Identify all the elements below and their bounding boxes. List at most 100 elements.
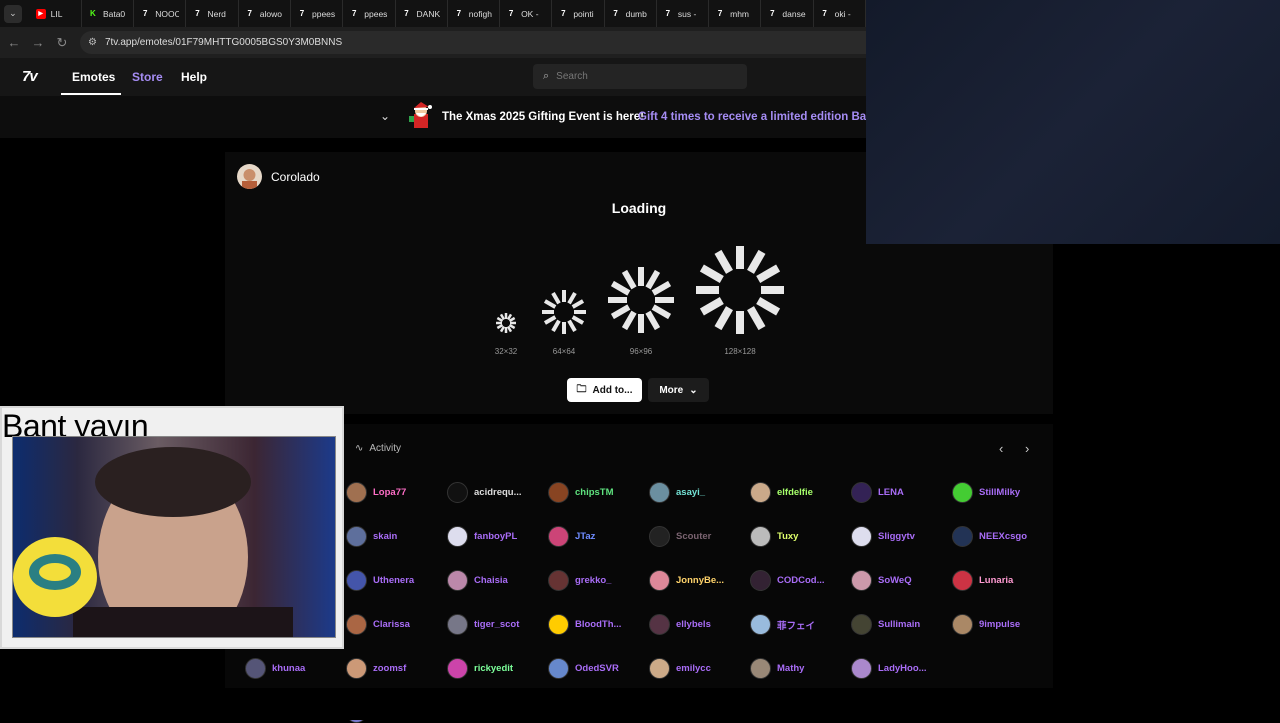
activity-user[interactable]: OdedSVR (548, 658, 619, 679)
next-page-icon[interactable]: › (1025, 441, 1029, 456)
activity-user[interactable]: Lunaria (952, 570, 1013, 591)
spinner-segment (714, 249, 733, 274)
kick-icon: K (90, 9, 96, 18)
spinner-segment (551, 319, 561, 333)
tab-list-dropdown-icon[interactable]: ⌄ (4, 4, 22, 23)
7tv-logo[interactable]: 7v (22, 68, 38, 85)
activity-user[interactable]: emilycc (649, 658, 711, 679)
spinner-segment (645, 310, 661, 331)
tab[interactable]: 7 ppees (291, 0, 344, 27)
nav-help[interactable]: Help (181, 70, 207, 84)
activity-user[interactable]: JTaz (548, 526, 595, 547)
tab[interactable]: 7 mhm (709, 0, 762, 27)
tab[interactable]: 7 pointi (552, 0, 605, 27)
activity-user[interactable]: rickyedit (447, 658, 513, 679)
activity-user[interactable]: Chaisia (447, 570, 508, 591)
activity-user[interactable]: SoWeQ (851, 570, 912, 591)
7tv-icon: 7 (142, 9, 148, 18)
activity-user[interactable]: Sliggytv (851, 526, 915, 547)
site-header: 7v Emotes Store Help ⌕ Search ⌄ The Xmas… (0, 58, 866, 138)
7tv-icon: 7 (404, 9, 409, 18)
activity-user[interactable]: CODCod... (750, 570, 825, 591)
avatar (548, 526, 569, 547)
tab[interactable]: 7 danse (761, 0, 814, 27)
chevron-down-icon[interactable]: ⌄ (380, 109, 390, 123)
user-name: acidrequ... (474, 487, 522, 498)
activity-user[interactable]: skain (346, 526, 397, 547)
tab[interactable]: K Bata0 (82, 0, 135, 27)
avatar (851, 482, 872, 503)
activity-user[interactable]: Clarissa (346, 614, 410, 635)
spinner-segment (756, 297, 781, 316)
tab[interactable]: 7 alowo (239, 0, 291, 27)
activity-user[interactable]: chipsTM (548, 482, 614, 503)
site-info-icon[interactable]: ⚙ (88, 37, 97, 48)
prev-page-icon[interactable]: ‹ (999, 441, 1003, 456)
more-button[interactable]: More ⌄ (648, 378, 709, 402)
activity-user[interactable]: Mathy (750, 658, 804, 679)
activity-user[interactable]: tiger_scot (447, 614, 519, 635)
activity-user[interactable]: Lopa77 (346, 482, 406, 503)
tab-title: LIL (50, 8, 63, 19)
tab[interactable]: 7 sus - (657, 0, 710, 27)
search-input[interactable]: ⌕ Search (533, 64, 747, 89)
nav-emotes[interactable]: Emotes (72, 70, 115, 84)
tab[interactable]: 7 dumb (605, 0, 657, 27)
activity-user[interactable]: zoomsf (346, 658, 406, 679)
nav-store[interactable]: Store (132, 70, 163, 84)
activity-user[interactable]: fanboyPL (447, 526, 517, 547)
activity-user[interactable]: ellybels (649, 614, 711, 635)
avatar (952, 614, 973, 635)
activity-user[interactable]: NEEXcsgo (952, 526, 1027, 547)
spinner-32-icon (496, 313, 516, 333)
activity-user[interactable]: LENA (851, 482, 904, 503)
activity-user[interactable]: asayi_ (649, 482, 705, 503)
tab-title: DANK (416, 8, 441, 19)
tab[interactable]: 7 OK - (500, 0, 553, 27)
back-icon[interactable]: ← (4, 35, 24, 50)
tab[interactable]: 7 ppees (343, 0, 396, 27)
spinner-segment (506, 325, 513, 333)
activity-user[interactable]: StillMilky (952, 482, 1020, 503)
activity-user[interactable]: 9impulse (952, 614, 1020, 635)
spinner-segment (699, 264, 724, 283)
activity-user[interactable]: LadyHoo... (851, 658, 927, 679)
event-link[interactable]: Gift 4 times to receive a limited editio… (638, 111, 866, 123)
tab[interactable]: 7 Nerd (186, 0, 239, 27)
tab[interactable]: ▶ LIL (30, 0, 82, 27)
tab-bar: ⌄ ▶ LIL K Bata0 7 NOOO 7 Nerd 7 alowo 7 ppees 7 ppees… (0, 0, 866, 27)
active-nav-underline (61, 93, 121, 95)
activity-user[interactable]: acidrequ... (447, 482, 522, 503)
activity-user[interactable]: 菲フェイ (750, 614, 815, 635)
activity-user[interactable]: elfdelfie (750, 482, 813, 503)
activity-user[interactable]: Scouter (649, 526, 711, 547)
avatar (750, 482, 771, 503)
add-to-button[interactable]: 🗀 Add to... (567, 378, 642, 402)
activity-user[interactable]: BloodTh... (548, 614, 621, 635)
avatar (649, 526, 670, 547)
tab[interactable]: 7 DANK (396, 0, 448, 27)
activity-user[interactable]: Sullimain (851, 614, 920, 635)
spinner-segment (571, 315, 585, 325)
tab[interactable]: 7 NOOO (134, 0, 187, 27)
tab[interactable]: 7 oki - (814, 0, 866, 27)
activity-user[interactable]: Tuxy (750, 526, 798, 547)
address-bar[interactable]: ⚙ 7tv.app/emotes/01F79MHTTG0005BGS0Y3M0B… (80, 31, 866, 54)
user-name: 9impulse (979, 619, 1021, 630)
activity-user[interactable]: khunaa (245, 658, 305, 679)
spinner-segment (567, 319, 577, 333)
folder-plus-icon: 🗀 (576, 383, 587, 395)
activity-user[interactable]: Uthenera (346, 570, 414, 591)
avatar (548, 482, 569, 503)
reload-icon[interactable]: ↻ (52, 35, 72, 51)
7tv-icon: 7 (299, 9, 305, 18)
activity-user[interactable]: grekko_ (548, 570, 611, 591)
forward-icon[interactable]: → (28, 35, 48, 50)
avatar (346, 614, 367, 635)
user-name: asayi_ (676, 487, 706, 498)
spinner-segment (645, 269, 661, 290)
user-name: emilycc (676, 663, 711, 674)
activity-user[interactable]: JonnyBe... (649, 570, 724, 591)
user-name: Uthenera (373, 575, 415, 586)
tab[interactable]: 7 nofigh (448, 0, 501, 27)
